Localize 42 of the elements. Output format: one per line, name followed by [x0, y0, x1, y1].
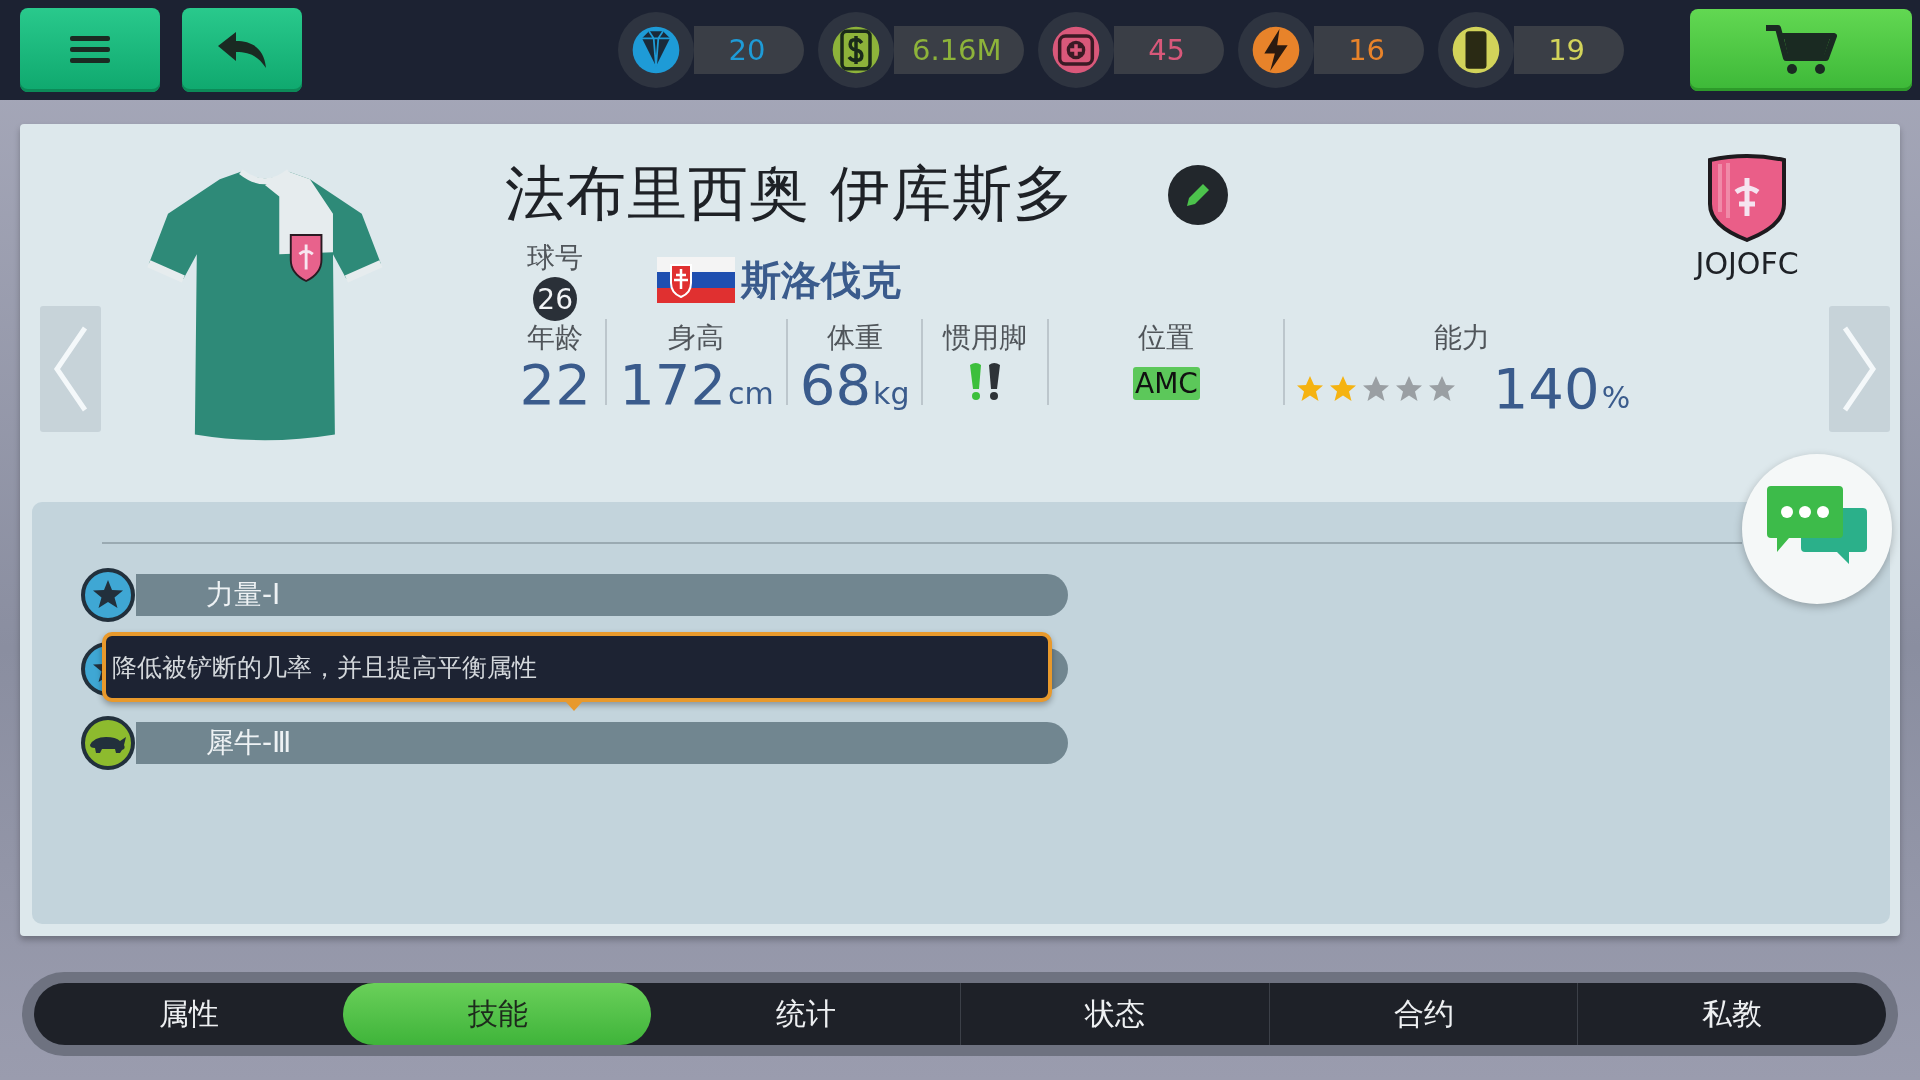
cart-button[interactable] — [1690, 9, 1912, 91]
player-name: 法布里西奥 伊库斯多 — [505, 157, 1075, 230]
rhino-icon — [80, 715, 136, 771]
unit-label: kg — [873, 376, 910, 411]
stat-label: 身高 — [668, 320, 725, 356]
stat-label: 能力 — [1434, 320, 1491, 356]
tooltip-text: 降低被铲断的几率，并且提高平衡属性 — [112, 651, 537, 684]
tab[interactable]: 统计 — [651, 983, 960, 1045]
flag-icon — [657, 257, 736, 303]
skill-name: 犀牛-Ⅲ — [206, 725, 292, 761]
cart-icon — [1764, 24, 1838, 76]
tab[interactable]: 私教 — [1577, 983, 1887, 1045]
tab[interactable]: 技能 — [342, 983, 652, 1045]
number-label: 球号 — [527, 240, 584, 276]
shirt-number: 26 — [533, 277, 578, 321]
tab[interactable]: 属性 — [34, 983, 343, 1045]
menu-icon — [68, 34, 112, 66]
stat-value: 140 — [1492, 361, 1600, 417]
resource-counter: 6.16M — [894, 26, 1024, 74]
skill-name: 力量-Ⅰ — [206, 577, 281, 613]
resource-counter: 16 — [1313, 26, 1424, 74]
unit-label: cm — [728, 376, 774, 411]
crest-icon — [1706, 154, 1789, 242]
stat-label: 位置 — [1138, 320, 1195, 356]
stat-value: 22 — [519, 357, 591, 413]
position-badge: AMC — [1133, 367, 1200, 400]
club-name: JOJOFC — [1695, 246, 1799, 281]
resource-counter: 20 — [694, 26, 804, 74]
back-button[interactable] — [182, 8, 302, 92]
resource-counter: 19 — [1513, 26, 1624, 74]
stat-value: 172 — [619, 357, 727, 413]
country-name: 斯洛伐克 — [741, 255, 902, 305]
stat-label: 年龄 — [527, 320, 584, 356]
resource-counter: 45 — [1113, 26, 1224, 74]
menu-button[interactable] — [20, 8, 160, 92]
tab[interactable]: 合约 — [1268, 983, 1578, 1045]
unit-label: % — [1601, 380, 1631, 415]
back-arrow-icon — [216, 30, 268, 70]
tab[interactable]: 状态 — [960, 983, 1269, 1045]
stat-label: 惯用脚 — [943, 320, 1028, 356]
stat-label: 体重 — [826, 320, 883, 356]
stat-value: 68 — [799, 357, 871, 413]
